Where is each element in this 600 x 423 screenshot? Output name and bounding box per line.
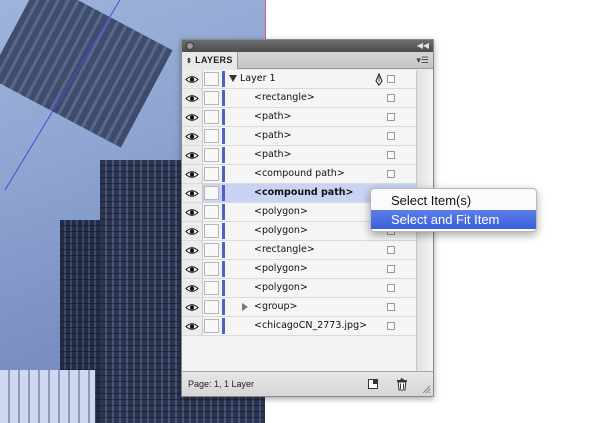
layer-item-row[interactable]: <rectangle>: [182, 241, 418, 260]
layer-item-row[interactable]: <chicagoCN_2773.jpg>: [182, 317, 418, 336]
layer-color-swatch: [222, 318, 225, 334]
layer-item-label: <chicagoCN_2773.jpg>: [254, 320, 368, 331]
eye-icon[interactable]: [182, 108, 203, 126]
target-box[interactable]: [387, 113, 395, 121]
expand-triangle-icon[interactable]: [229, 75, 237, 82]
layer-item-row[interactable]: <polygon>: [182, 260, 418, 279]
layer-color-swatch: [222, 185, 225, 201]
target-box[interactable]: [387, 303, 395, 311]
tab-layers[interactable]: ⬍ LAYERS: [182, 52, 238, 69]
target-box[interactable]: [387, 284, 395, 292]
collapse-panel-icon[interactable]: ◀◀: [417, 40, 429, 52]
layer-color-swatch: [222, 242, 225, 258]
context-menu-item[interactable]: Select Item(s): [371, 191, 536, 210]
panel-menu-icon[interactable]: ▾☰: [416, 54, 429, 66]
layer-item-label: <polygon>: [254, 206, 308, 217]
target-box[interactable]: [387, 322, 395, 330]
trash-icon[interactable]: [395, 377, 409, 391]
pen-icon: [375, 73, 383, 86]
eye-icon[interactable]: [182, 279, 203, 297]
lock-toggle[interactable]: [204, 72, 219, 86]
layer-color-swatch: [222, 90, 225, 106]
layer-item-label: <polygon>: [254, 225, 308, 236]
resize-grip-icon[interactable]: [421, 384, 431, 394]
context-menu: Select Item(s) Select and Fit Item: [370, 188, 537, 232]
panel-footer: Page: 1, 1 Layer: [182, 371, 433, 396]
layer-color-swatch: [222, 109, 225, 125]
layer-item-row[interactable]: <rectangle>: [182, 89, 418, 108]
layer-item-label: <path>: [254, 111, 292, 122]
lock-toggle[interactable]: [204, 110, 219, 124]
target-box[interactable]: [387, 246, 395, 254]
layer-color-swatch: [222, 147, 225, 163]
tab-label: LAYERS: [195, 55, 233, 65]
layer-item-row[interactable]: <polygon>: [182, 279, 418, 298]
layer-item-label: <rectangle>: [254, 244, 315, 255]
panel-tabbar: ⬍ LAYERS ▾☰: [182, 52, 433, 69]
lock-toggle[interactable]: [204, 186, 219, 200]
context-menu-item[interactable]: Select and Fit Item: [371, 210, 536, 229]
layer-name: Layer 1: [240, 73, 276, 84]
layer-color-swatch: [222, 166, 225, 182]
lock-toggle[interactable]: [204, 262, 219, 276]
layer-color-swatch: [222, 128, 225, 144]
eye-icon[interactable]: [182, 203, 203, 221]
lock-toggle[interactable]: [204, 300, 219, 314]
layer-item-label: <rectangle>: [254, 92, 315, 103]
lock-toggle[interactable]: [204, 148, 219, 162]
tab-updown-icon: ⬍: [186, 58, 193, 65]
eye-icon[interactable]: [182, 146, 203, 164]
lock-toggle[interactable]: [204, 129, 219, 143]
layer-color-swatch: [222, 261, 225, 277]
layer-color-swatch: [222, 71, 225, 87]
layer-item-row[interactable]: <path>: [182, 108, 418, 127]
eye-icon[interactable]: [182, 70, 203, 88]
lock-toggle[interactable]: [204, 281, 219, 295]
layer-item-label: <compound path>: [254, 168, 345, 179]
layer-item-row[interactable]: <path>: [182, 127, 418, 146]
lock-toggle[interactable]: [204, 205, 219, 219]
expand-triangle-icon[interactable]: [242, 303, 248, 311]
page-layer-status: Page: 1, 1 Layer: [188, 379, 255, 389]
layer-color-swatch: [222, 299, 225, 315]
layer-item-label: <polygon>: [254, 263, 308, 274]
target-box[interactable]: [387, 151, 395, 159]
eye-icon[interactable]: [182, 241, 203, 259]
close-icon[interactable]: [186, 42, 194, 50]
layer-item-row[interactable]: <group>: [182, 298, 418, 317]
eye-icon[interactable]: [182, 222, 203, 240]
layer-item-label: <polygon>: [254, 282, 308, 293]
lock-toggle[interactable]: [204, 91, 219, 105]
layer-color-swatch: [222, 223, 225, 239]
layer-item-label: <group>: [254, 301, 298, 312]
layer-item-label: <path>: [254, 130, 292, 141]
layer-item-row[interactable]: <compound path>: [182, 165, 418, 184]
panel-titlebar[interactable]: ◀◀: [182, 40, 433, 52]
layer-color-swatch: [222, 280, 225, 296]
layer-item-label: <compound path>: [254, 187, 354, 198]
new-layer-icon[interactable]: [366, 377, 380, 391]
target-box[interactable]: [387, 75, 395, 83]
eye-icon[interactable]: [182, 260, 203, 278]
lock-toggle[interactable]: [204, 243, 219, 257]
lock-toggle[interactable]: [204, 167, 219, 181]
eye-icon[interactable]: [182, 317, 203, 335]
eye-icon[interactable]: [182, 298, 203, 316]
layer-item-row[interactable]: <path>: [182, 146, 418, 165]
eye-icon[interactable]: [182, 127, 203, 145]
eye-icon[interactable]: [182, 165, 203, 183]
eye-icon[interactable]: [182, 184, 203, 202]
layer-row[interactable]: Layer 1: [182, 70, 418, 89]
layer-item-label: <path>: [254, 149, 292, 160]
target-box[interactable]: [387, 170, 395, 178]
layer-color-swatch: [222, 204, 225, 220]
lock-toggle[interactable]: [204, 319, 219, 333]
target-box[interactable]: [387, 265, 395, 273]
target-box[interactable]: [387, 132, 395, 140]
lock-toggle[interactable]: [204, 224, 219, 238]
eye-icon[interactable]: [182, 89, 203, 107]
target-box[interactable]: [387, 94, 395, 102]
